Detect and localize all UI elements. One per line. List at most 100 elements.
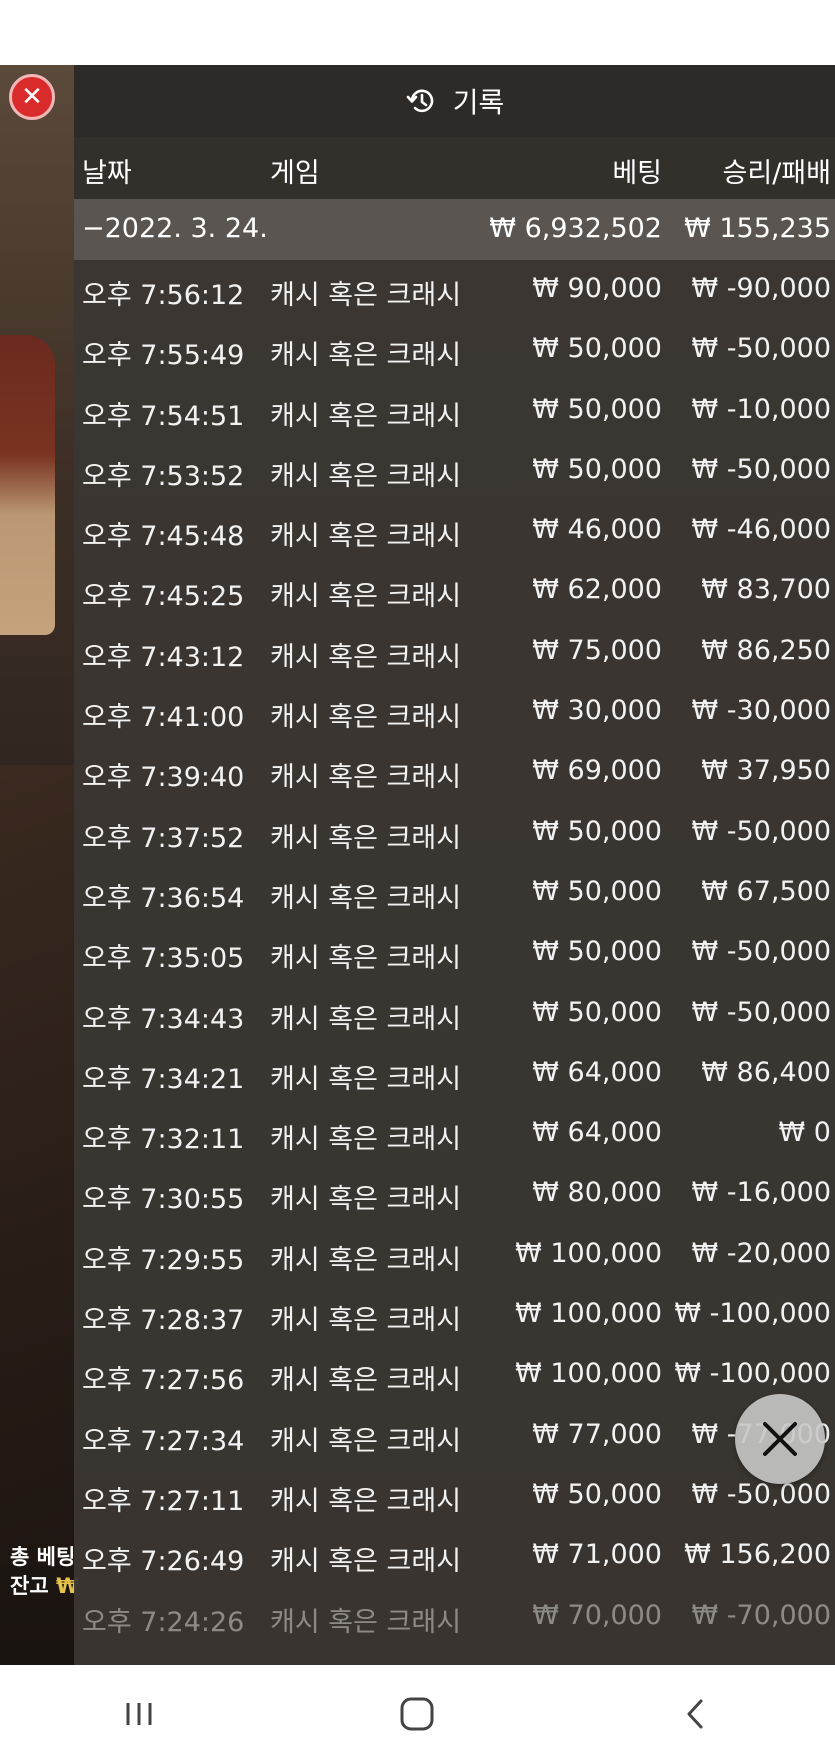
row-time: 오후 7:53:52 [82,460,245,492]
table-row[interactable]: 오후 7:29:55 캐시 혹은 크래시 ₩ 100,000 ₩ -20,000 [74,1225,835,1285]
row-game: 캐시 혹은 크래시 [270,1606,462,1638]
table-row[interactable]: 오후 7:35:05 캐시 혹은 크래시 ₩ 50,000 ₩ -50,000 [74,923,835,983]
home-icon [400,1697,434,1731]
row-game: 캐시 혹은 크래시 [270,1305,462,1337]
row-bet: ₩ 30,000 [532,695,662,727]
column-header-result: 승리/패배 [722,158,831,189]
row-result: ₩ 83,700 [701,574,831,606]
recent-apps-icon [126,1703,152,1725]
row-result: ₩ -70,000 [691,1599,832,1631]
table-row[interactable]: 오후 7:34:43 캐시 혹은 크래시 ₩ 50,000 ₩ -50,000 [74,984,835,1044]
row-game: 캐시 혹은 크래시 [270,1244,462,1276]
row-bet: ₩ 71,000 [532,1539,662,1571]
row-game: 캐시 혹은 크래시 [270,1124,462,1156]
group-total-result: ₩ 155,235 [684,213,831,244]
column-header-bet: 베팅 [612,158,662,189]
row-bet: ₩ 77,000 [532,1418,662,1450]
history-icon [406,89,434,113]
row-bet: ₩ 50,000 [532,1478,662,1510]
row-result: ₩ -50,000 [691,333,832,365]
table-row[interactable]: 오후 7:41:00 캐시 혹은 크래시 ₩ 30,000 ₩ -30,000 [74,682,835,742]
row-game: 캐시 혹은 크래시 [270,702,462,734]
row-time: 오후 7:34:43 [82,1003,245,1035]
row-bet: ₩ 50,000 [532,333,662,365]
home-button[interactable] [387,1684,447,1744]
table-row[interactable]: 오후 7:53:52 캐시 혹은 크래시 ₩ 50,000 ₩ -50,000 [74,441,835,501]
row-result: ₩ -10,000 [691,393,832,425]
table-row[interactable]: 오후 7:24:26 캐시 혹은 크래시 ₩ 70,000 ₩ -70,000 [74,1587,835,1647]
row-game: 캐시 혹은 크래시 [270,1184,462,1216]
row-result: ₩ 37,950 [701,755,831,787]
table-row[interactable]: 오후 7:27:34캐시 혹은 크래시₩ 77,000₩ -77,000 [74,1406,835,1466]
table-row[interactable]: 오후 7:28:37 캐시 혹은 크래시 ₩ 100,000 ₩ -100,000 [74,1285,835,1345]
row-time: 오후 7:32:11 [82,1124,245,1156]
table-row[interactable]: 오후 7:30:55 캐시 혹은 크래시 ₩ 80,000 ₩ -16,000 [74,1164,835,1224]
table-row[interactable]: 오후 7:36:54 캐시 혹은 크래시 ₩ 50,000 ₩ 67,500 [74,863,835,923]
table-header: 날짜 게임 베팅 승리/패배 [74,137,835,199]
row-result: ₩ -50,000 [691,1478,832,1510]
row-bet: ₩ 50,000 [532,875,662,907]
row-game: 캐시 혹은 크래시 [270,521,462,553]
row-game: 캐시 혹은 크래시 [270,340,462,372]
close-icon [763,1422,797,1456]
table-row[interactable]: 오후 7:26:49 캐시 혹은 크래시 ₩ 71,000 ₩ 156,200 [74,1526,835,1586]
balance-info: 총 베팅 잔고 ₩305 [10,1543,80,1601]
android-nav-bar [0,1665,835,1763]
row-result: ₩ -16,000 [691,1177,832,1209]
table-row[interactable]: 오후 7:43:12 캐시 혹은 크래시 ₩ 75,000 ₩ 86,250 [74,622,835,682]
row-time: 오후 7:28:37 [82,1305,245,1337]
row-time: 오후 7:24:26 [82,1606,245,1638]
row-time: 오후 7:37:52 [82,822,245,854]
row-game: 캐시 혹은 크래시 [270,280,462,311]
row-bet: ₩ 50,000 [532,453,662,485]
row-game: 캐시 혹은 크래시 [270,1425,462,1457]
close-game-button[interactable]: ✕ [9,74,55,120]
table-row[interactable]: 오후 7:45:48 캐시 혹은 크래시 ₩ 46,000 ₩ -46,000 [74,501,835,561]
row-result: ₩ -100,000 [674,1298,831,1330]
date-group-row[interactable]: −2022. 3. 24. ₩ 6,932,502 ₩ 155,235 [74,199,835,260]
column-header-date: 날짜 [82,158,132,189]
row-time: 오후 7:35:05 [82,943,245,975]
row-game: 캐시 혹은 크래시 [270,641,462,673]
history-panel: 기록 날짜 게임 베팅 승리/패배 −2022. 3. 24. ₩ 6,932,… [74,65,835,1665]
table-row[interactable]: 오후 7:45:25 캐시 혹은 크래시 ₩ 62,000 ₩ 83,700 [74,561,835,621]
row-bet: ₩ 100,000 [515,1298,662,1330]
row-result: ₩ -50,000 [691,453,832,485]
row-game: 캐시 혹은 크래시 [270,400,462,432]
row-time: 오후 7:39:40 [82,762,245,794]
row-time: 오후 7:27:56 [82,1365,245,1397]
row-bet: ₩ 64,000 [532,1117,662,1149]
row-bet: ₩ 70,000 [532,1599,662,1631]
row-bet: ₩ 80,000 [532,1177,662,1209]
table-row[interactable]: 오후 7:56:12 캐시 혹은 크래시 ₩ 90,000 ₩ -90,000 [74,260,835,320]
table-row[interactable]: 오후 7:54:51 캐시 혹은 크래시 ₩ 50,000 ₩ -10,000 [74,381,835,441]
back-button[interactable] [666,1684,726,1744]
table-row[interactable]: 오후 7:55:49 캐시 혹은 크래시 ₩ 50,000 ₩ -50,000 [74,320,835,380]
row-result: ₩ -46,000 [691,514,832,546]
close-panel-button[interactable] [735,1394,825,1484]
row-time: 오후 7:56:12 [82,280,245,311]
row-result: ₩ 86,400 [701,1056,831,1088]
table-row[interactable]: 오후 7:37:52 캐시 혹은 크래시 ₩ 50,000 ₩ -50,000 [74,803,835,863]
background-dealer-image [0,335,55,635]
group-total-bet: ₩ 6,932,502 [489,213,662,244]
row-time: 오후 7:54:51 [82,400,245,432]
row-time: 오후 7:45:25 [82,581,245,613]
row-game: 캐시 혹은 크래시 [270,943,462,975]
row-game: 캐시 혹은 크래시 [270,762,462,794]
row-time: 오후 7:55:49 [82,340,245,372]
total-bet-label: 총 베팅 [10,1545,76,1569]
recent-apps-button[interactable] [109,1684,169,1744]
table-row[interactable]: 오후 7:32:11 캐시 혹은 크래시 ₩ 64,000 ₩ 0 [74,1104,835,1164]
table-row[interactable]: 오후 7:27:11 캐시 혹은 크래시 ₩ 50,000 ₩ -50,000 [74,1466,835,1526]
balance-label: 잔고 [10,1574,49,1598]
panel-title: 기록 [452,86,505,119]
table-row[interactable]: 오후 7:34:21 캐시 혹은 크래시 ₩ 64,000 ₩ 86,400 [74,1044,835,1104]
row-bet: ₩ 69,000 [532,755,662,787]
table-row[interactable]: 오후 7:39:40 캐시 혹은 크래시 ₩ 69,000 ₩ 37,950 [74,742,835,802]
row-result: ₩ -50,000 [691,996,832,1028]
group-date: −2022. 3. 24. [82,213,268,244]
table-row[interactable]: 오후 7:27:56 캐시 혹은 크래시 ₩ 100,000 ₩ -100,000 [74,1345,835,1405]
row-time: 오후 7:36:54 [82,882,245,914]
row-game: 캐시 혹은 크래시 [270,1546,462,1578]
